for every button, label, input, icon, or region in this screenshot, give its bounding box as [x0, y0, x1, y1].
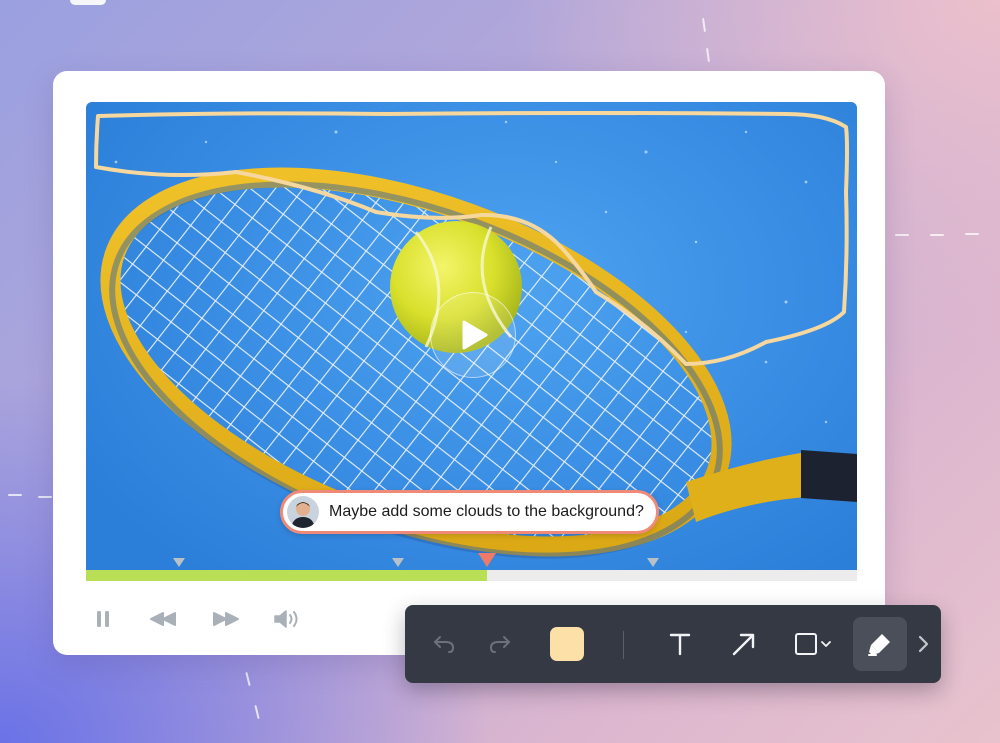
- decor-dash: [895, 234, 909, 236]
- fast-forward-button[interactable]: [209, 606, 243, 632]
- decor-dash: [706, 47, 710, 63]
- play-icon: [462, 320, 488, 350]
- highlighter-tool-icon: [868, 634, 890, 656]
- timeline-marker[interactable]: [172, 558, 185, 567]
- play-button[interactable]: [430, 292, 516, 378]
- timeline-marker-active[interactable]: [477, 553, 496, 567]
- text-tool-icon: [669, 633, 691, 656]
- timeline-marker[interactable]: [392, 558, 405, 567]
- rewind-icon: [150, 612, 176, 626]
- comment-text: Maybe add some clouds to the background?: [329, 503, 644, 520]
- shape-tool-button[interactable]: [789, 627, 837, 661]
- toolbar-more-button[interactable]: [911, 629, 935, 659]
- decor-dash: [70, 0, 106, 5]
- undo-button[interactable]: [429, 629, 459, 659]
- annotation-toolbar: [405, 605, 941, 683]
- decor-dash: [254, 704, 260, 720]
- toolbar-divider: [623, 631, 624, 659]
- timeline-track[interactable]: [86, 570, 857, 581]
- pause-icon: [97, 611, 109, 627]
- timeline-progress: [86, 570, 487, 581]
- comment-bubble[interactable]: Maybe add some clouds to the background?: [280, 490, 659, 534]
- fast-forward-icon: [213, 612, 239, 626]
- volume-button[interactable]: [270, 606, 304, 632]
- redo-button[interactable]: [485, 629, 515, 659]
- timeline-marker[interactable]: [646, 558, 659, 567]
- arrow-tool-button[interactable]: [727, 627, 761, 661]
- color-swatch-button[interactable]: [550, 627, 584, 661]
- volume-icon: [274, 610, 298, 628]
- rectangle-tool-icon: [795, 633, 831, 655]
- undo-icon: [434, 636, 455, 653]
- decor-dash: [8, 494, 22, 496]
- avatar: [287, 496, 319, 528]
- decor-dash: [245, 671, 251, 687]
- decor-dash: [965, 233, 979, 235]
- decor-dash: [38, 496, 52, 498]
- rewind-button[interactable]: [146, 606, 180, 632]
- chevron-right-icon: [918, 635, 929, 653]
- pause-button[interactable]: [86, 606, 120, 632]
- highlighter-tool-button[interactable]: [853, 617, 907, 671]
- decor-dash: [930, 234, 944, 236]
- decor-dash: [702, 17, 706, 33]
- arrow-tool-icon: [732, 633, 755, 656]
- redo-icon: [489, 636, 510, 653]
- text-tool-button[interactable]: [663, 627, 697, 661]
